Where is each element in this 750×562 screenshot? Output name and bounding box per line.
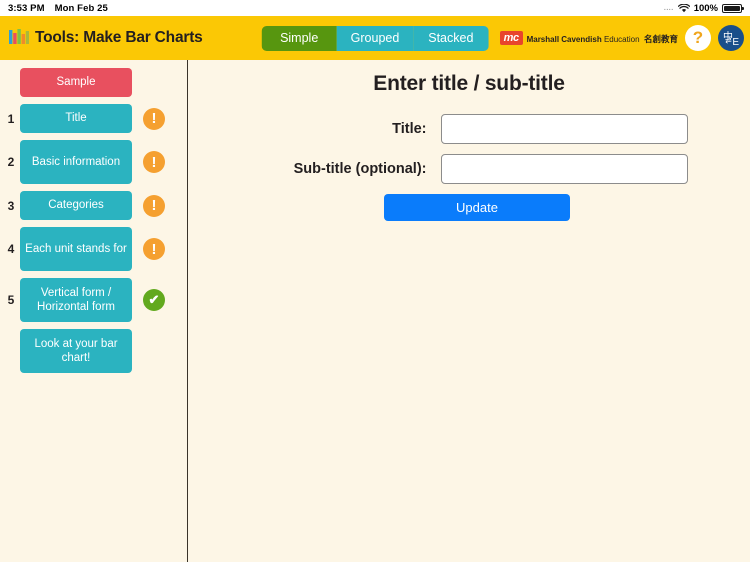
sidebar-item-categories[interactable]: Categories [20, 191, 132, 220]
sidebar-item-vertical-horizontal-form[interactable]: Vertical form / Horizontal form [20, 278, 132, 322]
sidebar-row-look-at-your-bar-chart: Look at your bar chart! [0, 329, 187, 373]
sidebar-number-3: 3 [7, 198, 15, 213]
chart-type-segmented-control[interactable]: Simple Grouped Stacked [261, 25, 489, 51]
page-title: Enter title / sub-title [373, 72, 565, 95]
content-area: Sample 1 Title ! 2 Basic information ! 3… [0, 60, 750, 562]
update-button[interactable]: Update [384, 194, 570, 221]
sidebar-row-vertical-horizontal-form: 5 Vertical form / Horizontal form ✔ [0, 278, 187, 322]
signal-dots-icon: .... [663, 4, 674, 12]
warning-icon: ! [143, 151, 165, 173]
title-field-row: Title: [188, 114, 750, 144]
app-title: Tools: Make Bar Charts [35, 29, 203, 46]
status-bar-time: 3:53 PM [8, 2, 45, 14]
update-button-row: Update [188, 194, 750, 221]
title-field-label: Title: [392, 121, 427, 137]
status-bar-date: Mon Feb 25 [54, 2, 108, 14]
bar-chart-icon [8, 25, 30, 52]
sidebar-status-final [143, 340, 165, 362]
mc-logo-education: Education [603, 34, 640, 44]
mc-logo-line1: Marshall Cavendish Education [527, 35, 640, 44]
subtitle-field-label: Sub-title (optional): [293, 161, 427, 177]
sidebar-row-categories: 3 Categories ! [0, 191, 187, 220]
tab-stacked[interactable]: Stacked [413, 25, 489, 51]
sidebar-row-basic-information: 2 Basic information ! [0, 140, 187, 184]
warning-icon: ! [143, 238, 165, 260]
mc-logo-mark: mc [499, 30, 523, 45]
sidebar-number-2: 2 [7, 155, 15, 169]
battery-full-icon [722, 3, 744, 13]
check-icon: ✔ [143, 289, 165, 311]
mc-logo-text: Marshall Cavendish Education 名創教育 [527, 30, 678, 47]
sidebar-item-sample[interactable]: Sample [20, 68, 132, 97]
sidebar-number-4: 4 [7, 242, 15, 256]
subtitle-field-row: Sub-title (optional): [188, 154, 750, 184]
sidebar-row-sample: Sample [0, 68, 187, 97]
main-panel: Enter title / sub-title Title: Sub-title… [188, 60, 750, 562]
language-toggle-button[interactable]: 中 ⇄ E [718, 25, 744, 51]
tab-simple[interactable]: Simple [261, 25, 337, 51]
title-input[interactable] [440, 114, 688, 144]
header-right-group: mc Marshall Cavendish Education 名創教育 ? 中… [499, 25, 744, 51]
sidebar-row-each-unit-stands-for: 4 Each unit stands for ! [0, 227, 187, 271]
sidebar-status-sample [143, 72, 165, 94]
app-header: Tools: Make Bar Charts Simple Grouped St… [0, 16, 750, 60]
step-sidebar: Sample 1 Title ! 2 Basic information ! 3… [0, 60, 188, 562]
status-bar: 3:53 PM Mon Feb 25 .... 100% [0, 0, 750, 16]
swap-arrows-icon: ⇄ [724, 35, 733, 46]
warning-icon: ! [143, 107, 165, 130]
marshall-cavendish-logo: mc Marshall Cavendish Education 名創教育 [499, 30, 678, 47]
help-button[interactable]: ? [685, 25, 711, 51]
sidebar-item-title[interactable]: Title [20, 104, 132, 133]
status-bar-right-group: .... 100% [663, 2, 744, 14]
wifi-icon [677, 2, 690, 13]
battery-percent-label: 100% [693, 2, 718, 14]
sidebar-item-look-at-your-bar-chart[interactable]: Look at your bar chart! [20, 329, 132, 373]
sidebar-number-1: 1 [7, 111, 15, 126]
subtitle-input[interactable] [440, 154, 688, 184]
mc-logo-chinese: 名創教育 [643, 33, 678, 44]
mc-logo-name: Marshall Cavendish [526, 34, 604, 44]
language-english-label: E [732, 37, 739, 48]
tab-grouped[interactable]: Grouped [336, 25, 414, 51]
sidebar-number-5: 5 [7, 293, 15, 307]
sidebar-item-basic-information[interactable]: Basic information [20, 140, 132, 184]
sidebar-item-each-unit-stands-for[interactable]: Each unit stands for [20, 227, 132, 271]
warning-icon: ! [143, 194, 165, 217]
app-brand: Tools: Make Bar Charts [8, 25, 203, 52]
sidebar-row-title: 1 Title ! [0, 104, 187, 133]
